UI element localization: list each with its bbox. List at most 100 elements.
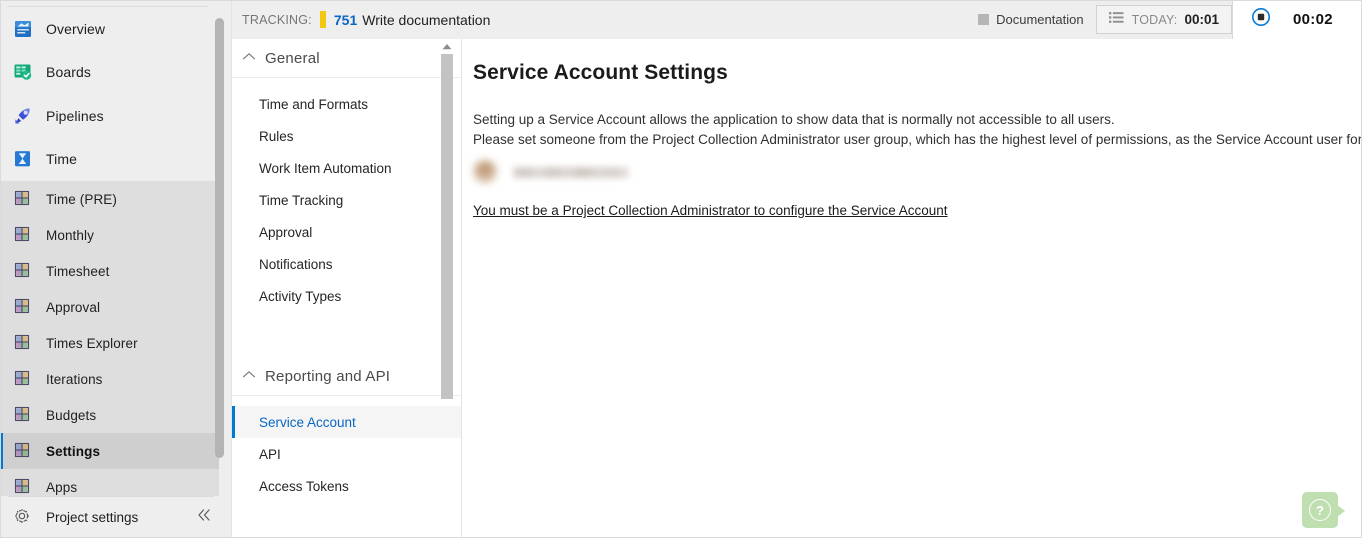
nav-item-label: Work Item Automation — [259, 160, 392, 176]
sidebar-item-times-explorer[interactable]: Times Explorer — [0, 325, 219, 361]
sidebar-item-pipelines[interactable]: Pipelines — [0, 94, 219, 138]
sidebar-scroll-area: Overview Boards Pipelines Time Time (PRE… — [0, 7, 219, 496]
settings-nav-scrollbar-thumb[interactable] — [441, 54, 453, 399]
sidebar-item-overview[interactable]: Overview — [0, 7, 219, 51]
sidebar-item-apps[interactable]: Apps — [0, 469, 219, 496]
activity-color-swatch-icon — [978, 14, 990, 25]
sidebar-item-label: Time (PRE) — [46, 191, 117, 207]
sidebar-footer-label: Project settings — [46, 509, 139, 525]
description-line-1: Setting up a Service Account allows the … — [473, 112, 1115, 127]
today-value: 00:01 — [1184, 12, 1219, 27]
scroll-up-arrow-icon[interactable] — [441, 40, 453, 52]
sidebar-primary-group: Overview Boards Pipelines Time — [0, 7, 219, 181]
nav-item-time-tracking[interactable]: Time Tracking — [232, 184, 461, 216]
nav-item-label: Time and Formats — [259, 96, 369, 112]
grid-icon — [12, 476, 34, 496]
sidebar-item-approval[interactable]: Approval — [0, 289, 219, 325]
sidebar-item-label: Approval — [46, 299, 101, 315]
grid-icon — [12, 296, 34, 318]
documentation-chip[interactable]: Documentation — [970, 0, 1095, 39]
nav-item-service-account[interactable]: Service Account — [232, 406, 461, 438]
pipelines-icon — [12, 105, 34, 127]
sidebar-item-budgets[interactable]: Budgets — [0, 397, 219, 433]
work-item-id[interactable]: 751 — [334, 12, 357, 28]
sidebar-item-label: Apps — [46, 479, 78, 495]
boards-icon — [12, 61, 34, 83]
nav-item-time-and-formats[interactable]: Time and Formats — [232, 88, 461, 120]
nav-item-rules[interactable]: Rules — [232, 120, 461, 152]
sidebar-item-monthly[interactable]: Monthly — [0, 217, 219, 253]
page-description: Setting up a Service Account allows the … — [473, 110, 1362, 150]
nav-item-label: Time Tracking — [259, 192, 344, 208]
grid-icon — [12, 224, 34, 246]
timer-chip[interactable]: 00:02 — [1232, 0, 1362, 39]
sidebar-item-label: Iterations — [46, 371, 103, 387]
nav-item-label: API — [259, 446, 281, 462]
nav-item-label: Access Tokens — [259, 478, 349, 494]
help-button[interactable]: ? — [1302, 492, 1345, 528]
list-icon — [1108, 11, 1124, 29]
sidebar-item-label: Pipelines — [46, 107, 104, 124]
nav-item-notifications[interactable]: Notifications — [232, 248, 461, 280]
service-account-user-row[interactable] — [473, 159, 1362, 185]
nav-item-api[interactable]: API — [232, 438, 461, 470]
sidebar-footer-divider — [8, 496, 214, 497]
sidebar-item-label: Overview — [46, 20, 106, 37]
nav-item-approval[interactable]: Approval — [232, 216, 461, 248]
timer-value: 00:02 — [1293, 11, 1333, 28]
page-title: Service Account Settings — [473, 61, 728, 84]
sidebar-item-label: Times Explorer — [46, 335, 138, 351]
settings-group-reporting-header[interactable]: Reporting and API — [232, 357, 461, 396]
tracking-label: TRACKING: — [242, 12, 312, 27]
sidebar-item-iterations[interactable]: Iterations — [0, 361, 219, 397]
app-window: Overview Boards Pipelines Time Time (PRE… — [0, 0, 1362, 538]
chevron-double-left-icon[interactable] — [195, 508, 212, 525]
nav-item-access-tokens[interactable]: Access Tokens — [232, 470, 461, 502]
avatar — [473, 160, 497, 184]
right-pane: TRACKING: 751 Write documentation Docume… — [232, 0, 1362, 538]
stop-record-icon[interactable] — [1251, 7, 1271, 32]
nav-group-gap — [232, 312, 461, 357]
sidebar-item-boards[interactable]: Boards — [0, 51, 219, 95]
sidebar-item-time-pre[interactable]: Time (PRE) — [0, 181, 219, 217]
settings-nav: General Time and Formats Rules Work Item… — [232, 39, 462, 538]
settings-group-general-header[interactable]: General — [232, 39, 461, 78]
sidebar-scrollbar[interactable] — [215, 18, 224, 486]
settings-group-title: Reporting and API — [265, 367, 391, 385]
sidebar-item-label: Settings — [46, 443, 101, 459]
nav-item-label: Activity Types — [259, 288, 342, 304]
sidebar-item-label: Time — [46, 151, 77, 168]
question-mark-icon: ? — [1309, 499, 1331, 521]
sidebar-extension-group: Time (PRE) Monthly Timesheet Approval Ti… — [0, 181, 219, 496]
sidebar-item-label: Boards — [46, 64, 91, 81]
sidebar-footer: Project settings — [0, 496, 232, 538]
work-item-title: Write documentation — [362, 11, 491, 28]
settings-nav-scrollbar[interactable] — [441, 39, 453, 538]
chevron-up-icon — [242, 370, 256, 382]
nav-item-label: Approval — [259, 224, 313, 240]
grid-icon — [12, 188, 34, 210]
sidebar-item-label: Monthly — [46, 227, 94, 243]
nav-item-work-item-automation[interactable]: Work Item Automation — [232, 152, 461, 184]
sidebar-item-timesheet[interactable]: Timesheet — [0, 253, 219, 289]
time-hourglass-icon — [12, 148, 34, 170]
left-sidebar: Overview Boards Pipelines Time Time (PRE… — [0, 0, 232, 538]
work-item-color-bar — [319, 11, 326, 28]
sidebar-scrollbar-thumb[interactable] — [215, 18, 224, 458]
today-label: TODAY: — [1131, 12, 1178, 27]
overview-icon — [12, 18, 34, 40]
nav-item-activity-types[interactable]: Activity Types — [232, 280, 461, 312]
sidebar-item-time[interactable]: Time — [0, 138, 219, 182]
today-total-chip[interactable]: TODAY: 00:01 — [1095, 5, 1232, 34]
grid-icon — [12, 368, 34, 390]
permission-notice-link[interactable]: You must be a Project Collection Adminis… — [473, 203, 948, 218]
grid-icon — [12, 332, 34, 354]
sidebar-item-label: Timesheet — [46, 263, 110, 279]
gear-icon — [12, 506, 34, 528]
grid-icon — [12, 260, 34, 282]
grid-icon — [12, 404, 34, 426]
sidebar-item-settings[interactable]: Settings — [0, 433, 219, 469]
chevron-up-icon — [242, 52, 256, 64]
